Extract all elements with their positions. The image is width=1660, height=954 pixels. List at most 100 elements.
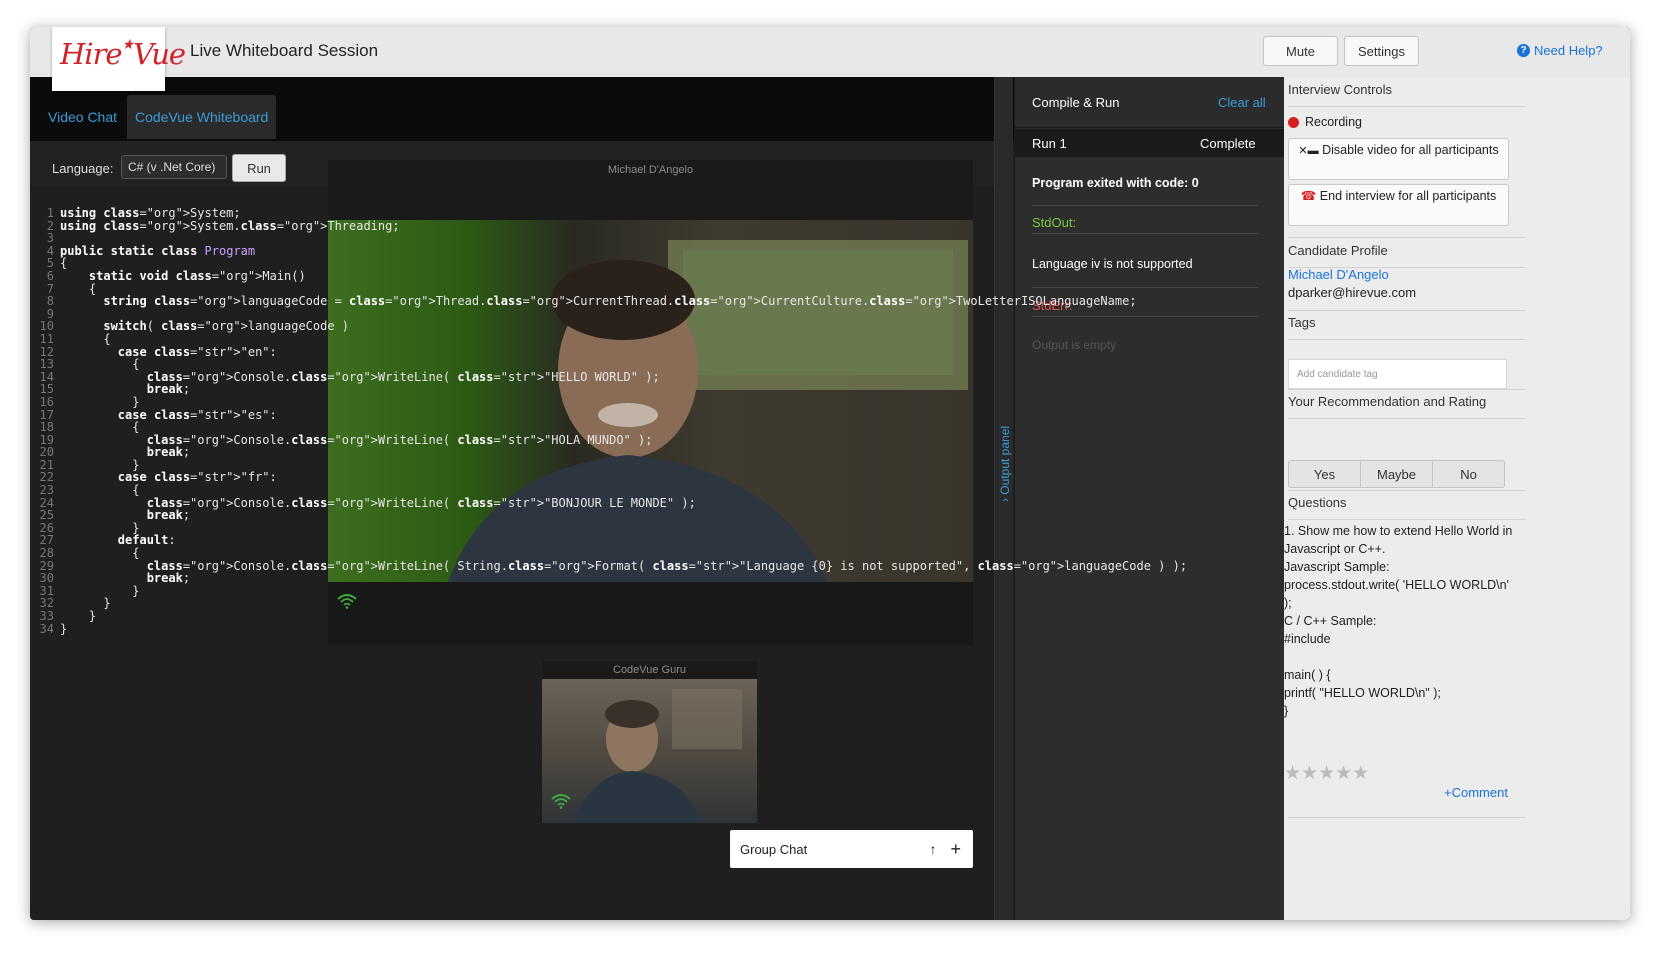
video-off-icon: ✕▬ xyxy=(1298,145,1319,157)
group-chat-bar[interactable]: Group Chat ↑ + xyxy=(730,830,973,868)
star-icon[interactable]: ★ xyxy=(1284,763,1301,784)
question-line: Javascript Sample: xyxy=(1284,560,1390,574)
interview-controls-title: Interview Controls xyxy=(1288,77,1525,107)
main-video-name: Michael D'Angelo xyxy=(607,164,694,176)
rating-yes-button[interactable]: Yes xyxy=(1288,460,1361,488)
line-number: 3 xyxy=(46,231,54,246)
whiteboard-editor: Video Chat CodeVue Whiteboard Language: … xyxy=(30,77,1188,920)
code-line: 26 } xyxy=(30,522,1030,535)
compile-title: Compile & Run xyxy=(1032,95,1120,110)
session-title: Live Whiteboard Session xyxy=(190,41,379,60)
code-line: 20 break; xyxy=(30,446,1030,459)
mute-button[interactable]: Mute xyxy=(1263,36,1338,66)
self-video-name: CodeVue Guru xyxy=(613,664,686,676)
divider xyxy=(1032,233,1258,234)
divider xyxy=(1032,205,1258,206)
interview-controls-panel: Interview Controls Recording ✕▬ Disable … xyxy=(1284,77,1630,920)
app-window: Hire★Vue Live Whiteboard Session Mute Se… xyxy=(30,27,1630,920)
line-number: 20 xyxy=(39,445,54,460)
plus-icon[interactable]: + xyxy=(950,839,961,860)
divider xyxy=(1032,316,1258,317)
line-number: 8 xyxy=(46,294,54,309)
stdout-text: Language iv is not supported xyxy=(1032,257,1193,271)
run-button[interactable]: Run xyxy=(232,154,286,182)
self-video-tile[interactable]: CodeVue Guru xyxy=(542,661,757,823)
compile-header: Compile & Run Clear all xyxy=(1015,77,1285,128)
code-line: 34} xyxy=(30,621,1030,636)
code-editor[interactable]: 1 using class="org">System; 2 using class="… xyxy=(30,206,1188,636)
hirevue-logo[interactable]: Hire★Vue xyxy=(52,27,186,91)
question-line: main( ) { xyxy=(1284,668,1331,682)
help-icon: ? xyxy=(1517,44,1530,57)
run-status: Complete xyxy=(1200,136,1256,151)
line-number: 34 xyxy=(39,621,54,636)
star-icon[interactable]: ★ xyxy=(1301,763,1318,784)
line-number: 30 xyxy=(39,571,54,586)
settings-button[interactable]: Settings xyxy=(1344,36,1419,66)
line-number: 11 xyxy=(39,331,54,346)
code-line: 25 break; xyxy=(30,509,1030,522)
language-select[interactable]: C# (v .Net Core) xyxy=(121,155,227,179)
code-line: 32 } xyxy=(30,597,1030,610)
tab-bar: Video Chat CodeVue Whiteboard xyxy=(30,77,1054,141)
tab-codevue-whiteboard[interactable]: CodeVue Whiteboard xyxy=(127,95,277,139)
tab-video-chat[interactable]: Video Chat xyxy=(40,95,125,139)
end-interview-button[interactable]: ☎ End interview for all participants xyxy=(1288,184,1509,226)
code-line: 8 string class="org">languageCode = clas… xyxy=(30,294,1137,309)
candidate-email: dparker@hirevue.com xyxy=(1288,285,1417,300)
code-text: using class="org">System.class="org">Thr… xyxy=(60,218,400,233)
code-line: 12 case class="str">"en": xyxy=(30,345,1030,359)
run-label: Run 1 xyxy=(1032,136,1067,151)
disable-video-button[interactable]: ✕▬ Disable video for all participants xyxy=(1288,138,1509,180)
exit-code-text: Program exited with code: 0 xyxy=(1032,176,1199,190)
tags-title: Tags xyxy=(1288,310,1525,340)
candidate-name-link[interactable]: Michael D'Angelo xyxy=(1288,267,1389,282)
line-number: 6 xyxy=(46,268,54,283)
line-number: 23 xyxy=(39,483,54,498)
disable-video-label: Disable video for all participants xyxy=(1322,143,1499,157)
code-text: string class="org">languageCode = class=… xyxy=(103,294,1137,309)
question-line: C / C++ Sample: xyxy=(1284,614,1377,628)
code-line: 15 break; xyxy=(30,383,1030,396)
run-result-row[interactable]: Run 1 Complete xyxy=(1015,129,1285,157)
recording-indicator: Recording xyxy=(1288,115,1362,129)
star-icon[interactable]: ★ xyxy=(1318,763,1335,784)
code-line: 6 static void class="org">Main() xyxy=(30,270,1030,283)
code-text: public static class Program xyxy=(60,243,256,258)
top-bar: Hire★Vue Live Whiteboard Session Mute Se… xyxy=(30,27,1630,91)
questions-title: Questions xyxy=(1288,490,1525,520)
language-label: Language: xyxy=(52,161,114,176)
rating-maybe-button[interactable]: Maybe xyxy=(1360,460,1433,488)
rating-no-button[interactable]: No xyxy=(1432,460,1505,488)
question-line: } xyxy=(1284,704,1289,718)
recording-label: Recording xyxy=(1305,115,1362,129)
record-dot-icon xyxy=(1288,116,1299,128)
language-value: C# (v .Net Core) xyxy=(128,160,216,174)
candidate-profile-title: Candidate Profile xyxy=(1288,237,1525,268)
add-comment-link[interactable]: +Comment xyxy=(1444,785,1508,800)
code-line: 10 switch( class="org">languageCode ) xyxy=(30,320,1030,333)
code-line: 22 case class="str">"fr": xyxy=(30,471,1030,484)
line-number: 33 xyxy=(39,609,54,623)
question-line: 1. Show me how to extend Hello World in … xyxy=(1284,524,1513,556)
code-line: 17 case class="str">"es": xyxy=(30,408,1030,422)
line-number: 25 xyxy=(39,508,54,523)
clear-all-link[interactable]: Clear all xyxy=(1218,95,1266,110)
candidate-tag-input[interactable]: Add candidate tag xyxy=(1288,359,1507,389)
question-line: #include xyxy=(1284,632,1331,646)
star-icon[interactable]: ★ xyxy=(1352,763,1369,784)
line-number: 18 xyxy=(39,420,54,435)
code-line: 30 break; xyxy=(30,572,1030,585)
rating-title: Your Recommendation and Rating xyxy=(1288,389,1525,419)
arrow-up-icon[interactable]: ↑ xyxy=(929,841,936,857)
star-icon[interactable]: ★ xyxy=(1335,763,1352,784)
question-line: process.stdout.write( 'HELLO WORLD\n' ); xyxy=(1284,578,1509,610)
need-help-label: Need Help? xyxy=(1534,43,1603,58)
self-video xyxy=(542,679,757,823)
line-number: 1 xyxy=(46,206,54,220)
stderr-text: Output is empty xyxy=(1032,338,1117,352)
star-rating[interactable]: ★★★★★ xyxy=(1284,762,1369,785)
code-text: class="org">Console.class="org">WriteLin… xyxy=(146,558,1188,573)
need-help-link[interactable]: ? Need Help? xyxy=(1517,43,1603,58)
divider xyxy=(1032,287,1258,288)
